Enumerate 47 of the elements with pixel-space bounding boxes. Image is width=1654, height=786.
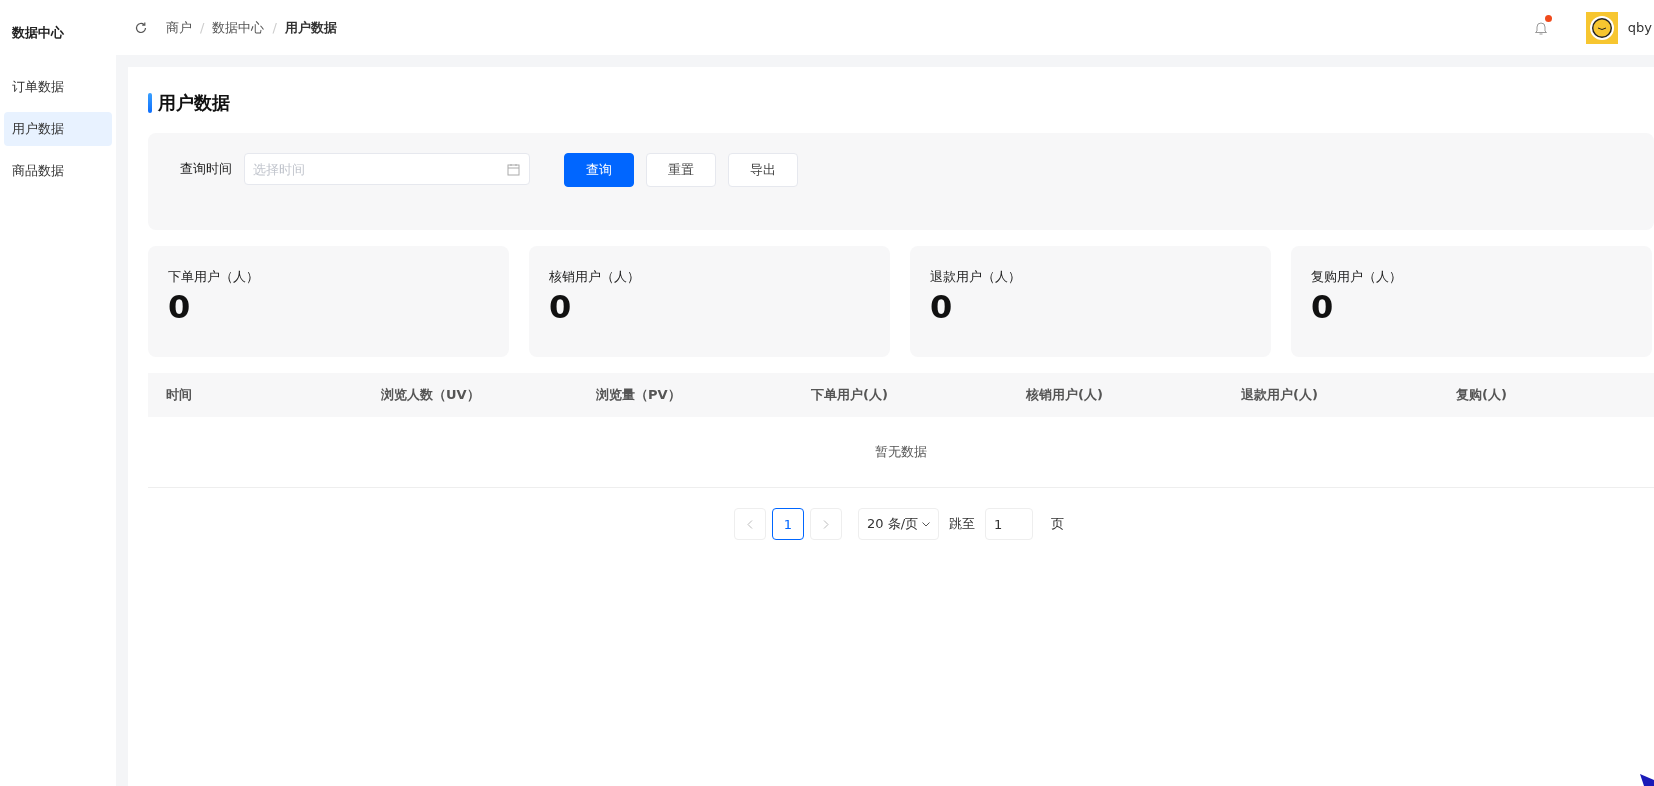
breadcrumb-link[interactable]: 商户	[166, 18, 192, 37]
field-label: 查询时间	[180, 160, 232, 178]
chevron-icon	[746, 519, 753, 529]
breadcrumb-link[interactable]: 数据中心	[212, 18, 265, 37]
stat-label: 复购用户（人）	[1311, 268, 1403, 286]
bell-icon[interactable]	[1533, 19, 1548, 36]
jump-label: 跳至	[949, 515, 976, 533]
stat-value: 0	[549, 288, 573, 326]
chevron-icon	[822, 519, 829, 529]
action-button[interactable]: 重置	[646, 153, 716, 187]
page-title: 用户数据	[158, 91, 230, 115]
avatar[interactable]	[1585, 11, 1618, 44]
date-picker-field[interactable]: 选择时间	[244, 153, 530, 185]
stat-value: 0	[1311, 288, 1335, 326]
caret-icon	[922, 521, 931, 527]
sidebar-item[interactable]: 用户数据	[4, 112, 112, 146]
user-name[interactable]: qby	[1627, 20, 1652, 35]
title-accent-bar	[148, 93, 152, 113]
breadcrumb-separator: /	[200, 20, 205, 35]
corner-arrow-icon[interactable]	[1640, 774, 1654, 786]
column-header: 浏览人数（UV）	[380, 386, 481, 404]
column-header: 复购(人)	[1455, 386, 1508, 404]
smiley-icon	[1588, 14, 1615, 41]
breadcrumb-separator: /	[272, 20, 277, 35]
stat-label: 下单用户（人）	[168, 268, 260, 286]
calendar-icon	[507, 163, 520, 176]
action-button[interactable]: 查询	[564, 153, 634, 187]
stat-value: 0	[168, 288, 192, 326]
stat-label: 退款用户（人）	[930, 268, 1022, 286]
page-jump-field[interactable]: 1	[985, 508, 1034, 540]
breadcrumb-current: 用户数据	[284, 18, 337, 37]
column-header: 退款用户(人)	[1240, 386, 1319, 404]
action-button[interactable]: 导出	[728, 153, 798, 187]
sidebar-title: 数据中心	[12, 24, 65, 42]
column-header: 下单用户(人)	[810, 386, 889, 404]
sidebar-item[interactable]: 商品数据	[4, 154, 112, 188]
sidebar-item[interactable]: 订单数据	[4, 70, 112, 104]
page-button[interactable]: 1	[771, 508, 804, 540]
column-header: 核销用户(人)	[1025, 386, 1104, 404]
column-header: 浏览量（PV）	[595, 386, 682, 404]
stat-label: 核销用户（人）	[549, 268, 641, 286]
empty-message: 暂无数据	[875, 443, 927, 461]
page-size-select[interactable]: 20 条/页	[857, 508, 940, 540]
stat-value: 0	[930, 288, 954, 326]
column-header: 时间	[165, 386, 193, 404]
refresh-icon[interactable]	[134, 20, 148, 35]
page-unit-label: 页	[1051, 515, 1065, 533]
